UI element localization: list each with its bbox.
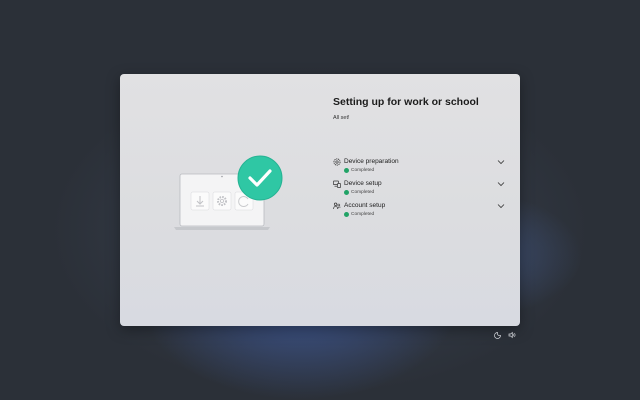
step-account-setup[interactable]: Account setup Completed (333, 201, 505, 223)
step-label: Device preparation (344, 158, 399, 165)
setup-steps-list: Device preparation Completed Device setu… (333, 157, 505, 223)
step-label: Device setup (344, 180, 382, 187)
step-device-preparation[interactable]: Device preparation Completed (333, 157, 505, 179)
setup-card: Setting up for work or school All set! D… (120, 74, 520, 326)
checkmark-icon (237, 155, 283, 201)
completed-status-icon (344, 212, 349, 217)
step-status: Completed (351, 189, 375, 195)
chevron-down-icon[interactable] (497, 181, 505, 187)
chevron-down-icon[interactable] (497, 203, 505, 209)
page-subtitle: All set! (333, 115, 350, 121)
download-icon (190, 191, 210, 211)
devices-icon (333, 180, 341, 188)
step-status: Completed (351, 211, 375, 217)
step-status: Completed (351, 167, 375, 173)
step-device-setup[interactable]: Device setup Completed (333, 179, 505, 201)
chevron-down-icon[interactable] (497, 159, 505, 165)
gear-icon (212, 191, 232, 211)
completed-status-icon (344, 168, 349, 173)
volume-icon[interactable] (508, 331, 516, 339)
people-icon (333, 202, 341, 210)
laptop-illustration (174, 155, 283, 230)
completed-status-icon (344, 190, 349, 195)
accessibility-icon[interactable] (494, 331, 502, 339)
page-title: Setting up for work or school (333, 96, 479, 108)
step-label: Account setup (344, 202, 386, 209)
shield-settings-icon (333, 158, 341, 166)
